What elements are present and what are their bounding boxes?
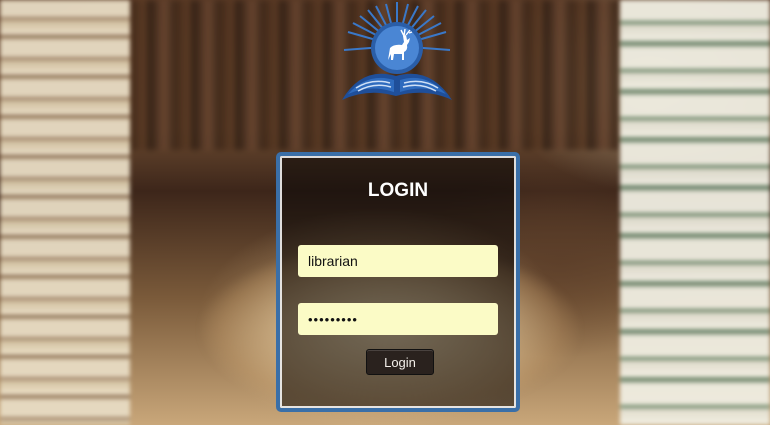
library-logo-icon (338, 2, 456, 102)
background-book-stack-right (620, 0, 770, 425)
password-input[interactable] (298, 303, 498, 335)
login-panel: LOGIN Login (276, 152, 520, 412)
background-book-stack-left (0, 0, 130, 425)
login-title: LOGIN (367, 180, 429, 201)
username-input[interactable] (298, 245, 498, 277)
open-book-icon (342, 73, 452, 100)
login-button[interactable]: Login (366, 349, 434, 375)
